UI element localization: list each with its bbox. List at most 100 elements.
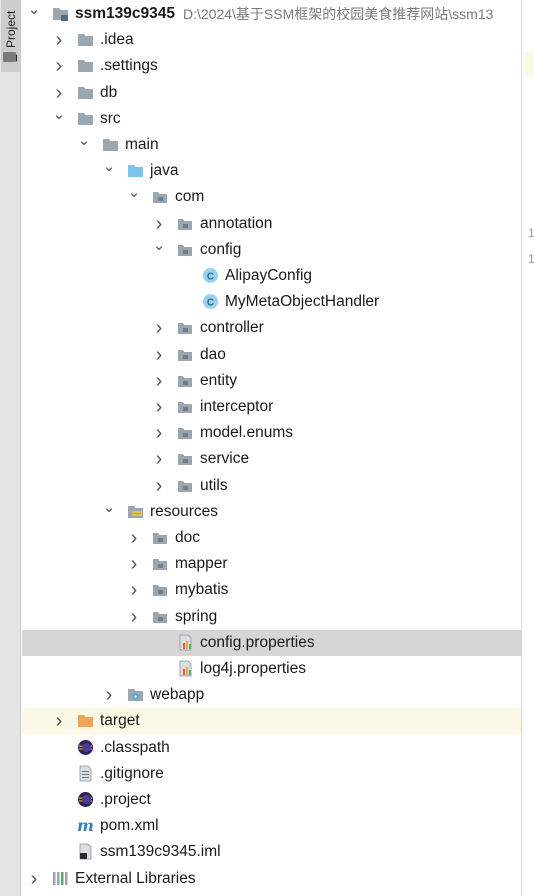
package-icon [177, 319, 194, 336]
excluded-folder-icon [77, 712, 94, 729]
folder-icon [77, 31, 94, 48]
properties-file-icon [177, 634, 194, 651]
tree-row[interactable]: › utils [22, 473, 521, 499]
chevron-right-icon[interactable]: › [50, 711, 68, 731]
tree-item-label: .project [100, 791, 151, 808]
chevron-right-icon[interactable]: › [125, 554, 143, 574]
tree-row[interactable]: › service [22, 446, 521, 472]
tree-item-label: controller [200, 319, 264, 337]
chevron-right-icon[interactable]: › [125, 528, 143, 548]
tree-item-label: service [200, 450, 250, 468]
tree-item-label: src [100, 109, 121, 127]
tree-row[interactable]: › spring [22, 604, 521, 630]
tree-row[interactable]: › target [22, 708, 521, 735]
eclipse-file-icon [77, 791, 94, 808]
tree-row[interactable]: m pom.xml [22, 813, 521, 839]
package-icon [152, 555, 169, 572]
tree-row[interactable]: › entity [22, 368, 521, 394]
tree-row[interactable]: › External Libraries [22, 866, 521, 892]
folder-icon [77, 84, 94, 101]
package-icon [152, 581, 169, 598]
tree-row[interactable]: › .idea [22, 27, 521, 53]
tree-row[interactable]: ⌄ ssm139c9345 D:\2024\基于SSM框架的校园美食推荐网站\ssm… [22, 1, 521, 27]
chevron-down-icon[interactable]: ⌄ [100, 159, 118, 181]
project-tree[interactable]: ⌄ ssm139c9345 D:\2024\基于SSM框架的校园美食推荐网站\ssm… [22, 0, 521, 896]
chevron-right-icon[interactable]: › [25, 869, 43, 889]
tree-item-label: pom.xml [100, 817, 159, 835]
tree-row[interactable]: › webapp [22, 682, 521, 708]
tree-item-label: interceptor [200, 398, 274, 415]
chevron-right-icon[interactable]: › [150, 397, 168, 417]
gutter-line-number: 1 [528, 226, 534, 240]
tree-row[interactable]: C MyMetaObjectHandler [22, 289, 521, 315]
tree-item-label: log4j.properties [200, 660, 306, 677]
chevron-down-icon[interactable]: ⌄ [125, 185, 143, 207]
tree-row[interactable]: › db [22, 80, 521, 106]
chevron-down-icon[interactable]: ⌄ [50, 107, 68, 129]
java-class-icon: C [202, 293, 219, 310]
chevron-down-icon[interactable]: ⌄ [100, 500, 118, 522]
chevron-right-icon[interactable]: › [150, 476, 168, 496]
package-icon [152, 188, 169, 205]
chevron-right-icon[interactable]: › [125, 607, 143, 627]
tree-item-label: db [100, 83, 118, 101]
gutter-highlight [524, 52, 534, 76]
tree-row[interactable]: › mapper [22, 551, 521, 577]
tree-row[interactable]: ⌄ main [22, 132, 521, 158]
tree-row[interactable]: › annotation [22, 211, 521, 237]
tree-item-label: mybatis [175, 581, 229, 599]
chevron-right-icon[interactable]: › [50, 30, 68, 50]
tree-row[interactable]: › dao [22, 342, 521, 368]
tree-item-label: dao [200, 345, 226, 363]
chevron-right-icon[interactable]: › [50, 56, 68, 76]
source-folder-icon [127, 162, 144, 179]
tree-row[interactable]: › controller [22, 315, 521, 341]
chevron-right-icon[interactable]: › [150, 214, 168, 234]
chevron-right-icon[interactable]: › [150, 371, 168, 391]
tree-item-label: resources [150, 502, 219, 520]
tree-row[interactable]: log4j.properties [22, 656, 521, 682]
text-file-icon [77, 765, 94, 782]
package-icon [177, 477, 194, 494]
tree-row[interactable]: ⌄ src [22, 106, 521, 132]
tree-row[interactable]: C AlipayConfig [22, 263, 521, 289]
chevron-right-icon[interactable]: › [50, 83, 68, 103]
tree-row[interactable]: › model.enums [22, 420, 521, 446]
tree-row[interactable]: › .settings [22, 53, 521, 79]
chevron-down-icon[interactable]: ⌄ [25, 2, 43, 24]
chevron-right-icon[interactable]: › [150, 423, 168, 443]
chevron-down-icon[interactable]: ⌄ [150, 238, 168, 260]
tree-row[interactable]: .project [22, 787, 521, 813]
tree-item-label: External Libraries [75, 869, 196, 887]
tree-row[interactable]: › interceptor [22, 394, 521, 420]
tree-row[interactable]: › doc [22, 525, 521, 551]
tree-row[interactable]: › mybatis [22, 577, 521, 603]
chevron-right-icon[interactable]: › [150, 345, 168, 365]
tree-item-label: ssm139c9345 [75, 5, 175, 22]
tree-row[interactable]: ⌄ resources [22, 499, 521, 525]
chevron-right-icon[interactable]: › [125, 580, 143, 600]
tree-row[interactable]: ⌄ com [22, 184, 521, 210]
folder-icon [102, 136, 119, 153]
chevron-right-icon[interactable]: › [100, 685, 118, 705]
tree-item-label: model.enums [200, 424, 294, 442]
tree-item-label: config.properties [200, 633, 315, 651]
tree-row[interactable]: ssm139c9345.iml [22, 839, 521, 865]
tree-row[interactable]: .classpath [22, 735, 521, 761]
chevron-right-icon[interactable]: › [150, 318, 168, 338]
tree-item-label: webapp [150, 686, 205, 704]
libraries-icon [52, 870, 69, 887]
tree-row[interactable]: config.properties [22, 629, 521, 656]
tree-row[interactable]: .gitignore [22, 761, 521, 787]
module-path: D:\2024\基于SSM框架的校园美食推荐网站\ssm13 [183, 6, 494, 22]
project-folder-icon [3, 52, 16, 62]
package-icon [177, 450, 194, 467]
tree-item-label: annotation [200, 214, 273, 232]
tree-item-label: .settings [100, 57, 158, 75]
chevron-right-icon[interactable]: › [150, 449, 168, 469]
chevron-down-icon[interactable]: ⌄ [75, 133, 93, 155]
tree-row[interactable]: ⌄ java [22, 158, 521, 184]
svg-text:m: m [77, 817, 94, 834]
tree-row[interactable]: ⌄ config [22, 237, 521, 263]
project-tool-window-strip: 1: Project [0, 0, 21, 896]
